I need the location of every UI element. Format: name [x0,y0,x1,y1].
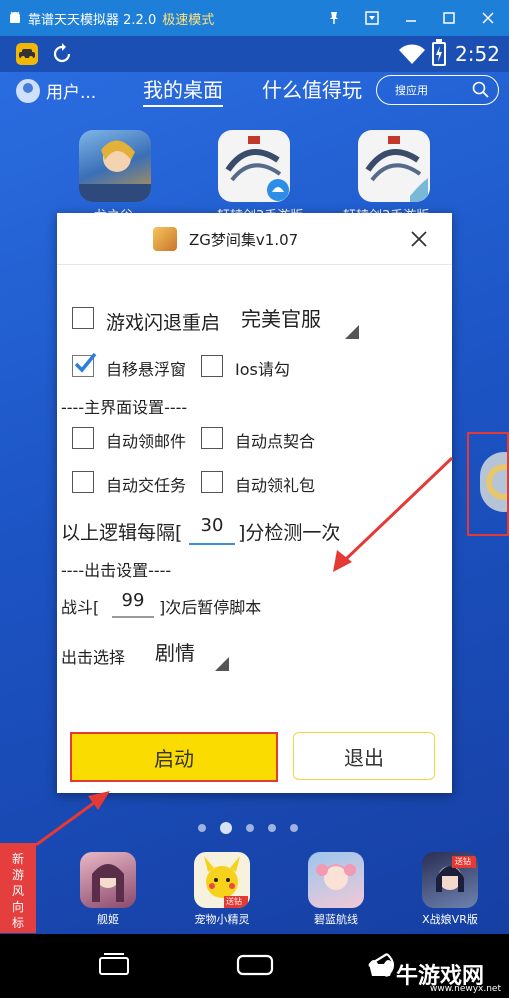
avatar [16,78,40,103]
watermark-url: www.newyx.net [430,984,502,994]
battery-icon [432,39,446,66]
battle-prefix: 战斗[ [61,598,100,617]
dock-app-label: 舰姬 [97,913,119,926]
bull-logo-icon [369,960,393,976]
script-settings-dialog: ZG梦间集v1.07 游戏闪退重启 完美官服 自移悬浮窗 Ios请勾 ----主… [57,213,452,793]
app-dragon-nest[interactable] [79,130,151,202]
battle-suffix: ]次后暂停脚本 [159,598,262,617]
tag-char: 新 [11,852,24,866]
auto-task-checkbox[interactable] [72,471,94,493]
attack-choice-label: 出击选择 [61,648,126,667]
attack-choice-select[interactable]: 剧情 [155,637,231,673]
gift-badge: 送钻 [455,857,471,866]
home-icon[interactable] [236,952,274,978]
auto-gift-checkbox[interactable] [201,471,223,493]
app-xuanyuan-sword-1[interactable] [218,130,290,202]
auto-task-label: 自动交任务 [106,476,187,495]
auto-move-float-checkbox[interactable] [72,352,97,377]
page-indicator [198,822,298,834]
interval-input[interactable]: 30 [189,515,235,545]
dropdown-arrow-icon [345,325,359,339]
start-button[interactable]: 启动 [70,732,278,782]
app-xuanyuan-sword-2[interactable] [358,130,430,202]
dock-app-label: 碧蓝航线 [314,913,358,926]
dock-app-label: X战娘VR版 [422,913,478,926]
close-icon[interactable] [407,227,431,251]
android-icon [10,11,20,23]
check-icon [74,352,97,373]
dropdown-arrow-icon [215,657,229,671]
speed-mode-label[interactable]: 极速模式 [162,9,214,28]
attack-choice-value: 剧情 [155,641,195,665]
page-dot[interactable] [246,824,254,832]
dock-app-label: 宠物小精灵 [194,913,250,926]
android-status-bar: 2:52 [0,36,509,72]
crash-restart-label: 游戏闪退重启 [106,312,221,334]
search-placeholder: 搜应用 [395,84,428,97]
recent-apps-icon[interactable] [96,952,132,978]
emulator-title-bar: 靠谱天天模拟器 2.2.0 极速模式 [0,0,509,36]
dock-app-x-girl-vr[interactable]: 送钻 [422,852,478,908]
pin-icon[interactable] [324,8,344,28]
auto-contract-checkbox[interactable] [201,427,223,449]
close-icon[interactable] [478,8,498,28]
main-section-header: ----主界面设置---- [61,398,188,417]
crash-restart-checkbox[interactable] [72,307,94,329]
ios-label: Ios请勾 [235,360,290,379]
tag-char: 标 [11,916,24,930]
user-label: 用户... [46,83,97,103]
dock-app-pet-elf[interactable]: 送钻 [194,852,250,908]
tab-worth-playing[interactable]: 什么值得玩 [262,74,362,103]
car-app-icon [16,43,38,65]
dock-app-jianji[interactable] [80,852,136,908]
dock-app-azur-lane[interactable] [308,852,364,908]
battle-count-input[interactable]: 99 [112,590,154,618]
auto-gift-label: 自动领礼包 [235,476,316,495]
highlight-box-floating [467,432,509,536]
gift-badge: 送钻 [226,897,242,906]
page-dot[interactable] [198,824,206,832]
interval-prefix: 以上逻辑每隔[ [61,522,183,544]
wifi-icon [399,44,425,64]
server-select[interactable]: 完美官服 [241,303,359,339]
tab-my-desktop[interactable]: 我的桌面 [143,74,223,107]
maximize-icon[interactable] [439,8,459,28]
dialog-title: ZG梦间集v1.07 [189,231,299,249]
page-dot[interactable] [268,824,276,832]
attack-section-header: ----出击设置---- [61,561,172,580]
auto-mail-label: 自动领邮件 [106,432,187,451]
menu-icon[interactable] [362,8,382,28]
dialog-header: ZG梦间集v1.07 [57,213,452,265]
tag-char: 向 [11,900,24,914]
page-dot[interactable] [290,824,298,832]
new-game-trend-tag[interactable]: 新 游 风 向 标 [0,843,36,933]
minimize-icon[interactable] [401,8,421,28]
auto-mail-checkbox[interactable] [72,427,94,449]
ios-checkbox[interactable] [201,355,223,377]
search-icon [472,81,489,98]
tag-char: 游 [11,868,24,882]
refresh-icon [53,43,71,63]
user-account[interactable]: 用户... [16,78,96,103]
clock: 2:52 [455,42,500,66]
interval-suffix: ]分检测一次 [238,522,341,544]
auto-move-float-label: 自移悬浮窗 [106,360,187,379]
page-dot-active[interactable] [220,822,232,834]
auto-contract-label: 自动点契合 [235,432,316,451]
tag-char: 风 [11,884,24,898]
exit-button[interactable]: 退出 [293,732,435,780]
server-select-value: 完美官服 [241,307,321,331]
app-search-box[interactable]: 搜应用 [376,75,499,105]
script-app-icon [153,227,177,251]
emulator-title: 靠谱天天模拟器 2.2.0 [28,12,157,28]
